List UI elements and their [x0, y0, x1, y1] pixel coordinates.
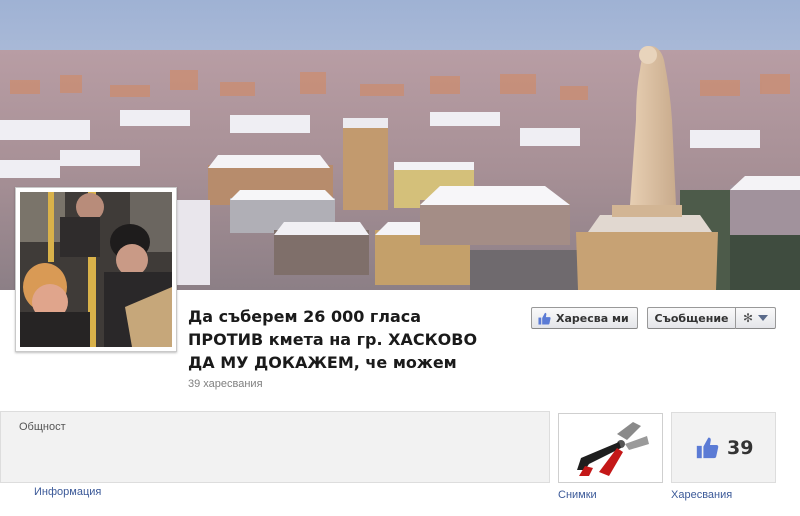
thumbs-up-icon	[538, 312, 551, 325]
likes-tile[interactable]: 39	[671, 412, 776, 483]
page-title-line: ПРОТИВ кмета на гр. ХАСКОВО	[188, 330, 478, 349]
profile-photo-image	[20, 192, 172, 347]
page-category: Общност	[19, 421, 66, 433]
settings-dropdown-button[interactable]: ✻	[735, 307, 776, 329]
like-button[interactable]: Харесва ми	[531, 307, 638, 329]
photo-thumbnail	[559, 414, 662, 482]
likes-tile-count: 39	[727, 437, 754, 459]
page-title-line: Да съберем 26 000 гласа	[188, 307, 422, 326]
like-button-label: Харесва ми	[556, 311, 629, 325]
page-title-line: ДА МУ ДОКАЖЕМ, че можем	[188, 353, 457, 372]
thumbs-up-icon	[696, 437, 719, 459]
gear-icon: ✻	[742, 311, 754, 325]
about-box[interactable]: Общност	[0, 411, 550, 483]
likes-count-text: 39 харесвания	[188, 378, 263, 390]
photos-tile[interactable]	[558, 413, 663, 483]
chevron-down-icon	[758, 315, 769, 321]
message-button[interactable]: Съобщение	[647, 307, 735, 329]
about-link[interactable]: Информация	[34, 486, 101, 498]
likes-link[interactable]: Харесвания	[671, 489, 732, 501]
message-button-label: Съобщение	[654, 311, 729, 325]
page-title: Да съберем 26 000 гласа ПРОТИВ кмета на …	[188, 305, 518, 374]
photos-link[interactable]: Снимки	[558, 489, 597, 501]
profile-picture[interactable]	[15, 187, 177, 352]
